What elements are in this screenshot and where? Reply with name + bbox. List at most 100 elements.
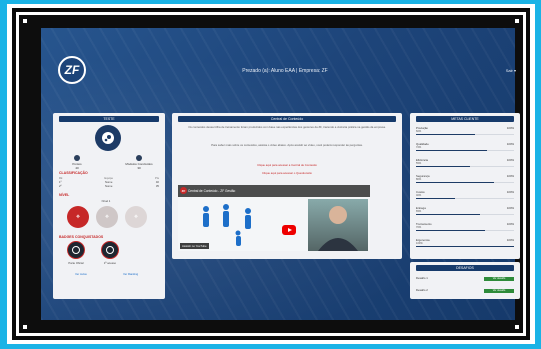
top-bar: ZF Prezado (a): Aluno EAA | Empresa: ZF … [50,56,520,88]
stat-value: 30 [137,166,141,170]
badge-first-access-icon[interactable] [101,241,119,259]
intro-paragraph: Para saber mais sobre os conteúdos, assi… [211,143,363,147]
profile-panel: TESTE Pontos 40 Módulos Concluídos 30 CL… [53,113,165,299]
user-menu-label: Sair [505,68,513,73]
stat-points: Pontos 40 [59,155,95,170]
watch-on-youtube-button[interactable]: Assistir no YouTube [180,243,209,249]
metric-item: Custos 100% 40% [416,190,514,203]
metric-progress-fill [416,213,480,215]
metric-progress-fill [416,229,485,231]
metric-progress-fill [416,181,495,183]
metric-target: 100% [506,174,514,178]
welcome-text: Prezado (a): Aluno EAA | Empresa: ZF [242,68,328,74]
dna-level-locked-icon[interactable]: ⟡ [125,206,147,228]
metric-percent: 40% [416,194,422,197]
intro-paragraph: Os conteúdos dessa trilha de treinamento… [188,125,386,129]
metric-progress-fill [416,197,456,199]
badge-label: 1ª acesso [103,261,117,265]
frame-corner [515,19,519,23]
ranking-cell: 2º [59,184,62,188]
content-center-panel: Central de Conteúdo Os conteúdos dessa t… [172,113,402,259]
presenter-video-frame [308,199,368,251]
metric-target: 100% [506,222,514,226]
frame-corner [515,325,519,329]
metric-item: Treinamento 100% 70% [416,222,514,235]
panel-title: DESAFIOS [416,265,514,271]
metric-item: Qualidade 100% 72% [416,142,514,155]
frame-corner [23,325,27,329]
presenter-silhouette-icon [318,206,358,251]
dna-level-active-icon[interactable]: ⟡ [67,206,89,228]
metric-progress-fill [416,133,475,135]
metric-progress-fill [416,149,487,151]
metric-progress-bar [416,165,514,167]
badges-title: BADGES CONQUISTADOS [59,235,104,239]
stat-modules: Módulos Concluídos 30 [119,155,159,170]
classification-title: CLASSIFICAÇÃO [59,171,88,175]
challenge-label: Desafio 2 [416,288,428,292]
badge-official-icon[interactable] [67,241,85,259]
metric-progress-fill [416,165,470,167]
content-center-link[interactable]: Clique aqui para acessar a Central de Co… [180,163,394,167]
panel-title: Central de Conteúdo [178,116,396,122]
metric-item: Produção 100% 60% [416,126,514,139]
view-challenge-button[interactable]: Ver desafio [484,277,514,281]
metric-item: Entrega 100% 65% [416,206,514,219]
view-challenge-button[interactable]: Ver desafio [484,289,514,293]
metric-progress-bar [416,181,514,183]
metric-percent: 60% [416,130,422,133]
metric-target: 100% [506,190,514,194]
view-all-link[interactable]: Ver todos [75,272,87,276]
metric-item: Ergonomia 100% 100% [416,238,514,251]
avatar[interactable] [95,125,121,151]
metric-progress-bar [416,229,514,231]
metric-percent: 80% [416,178,422,181]
brain-gear-icon [102,132,114,144]
stat-value: 40 [75,166,79,170]
metric-progress-fill [416,245,514,247]
chevron-down-icon: ▾ [513,68,516,73]
frame-corner [23,19,27,23]
head-icon [106,246,114,254]
metric-progress-bar [416,197,514,199]
level-title: NÍVEL [59,193,70,197]
dna-level-locked-icon[interactable]: ⟡ [96,206,118,228]
metric-percent: 72% [416,146,422,149]
challenge-label: Desafio 1 [416,276,428,280]
ranking-cell: 35 [155,184,159,188]
client-goals-panel: METAS CLIENTE Produção 100% 60% Qualidade 10… [410,113,520,259]
modules-icon [136,155,142,161]
people-illustration-icon [203,204,251,246]
play-icon[interactable] [282,225,296,235]
metric-target: 100% [506,238,514,242]
video-player[interactable]: Central de Conteúdo - ZF Gestão ZF Assis… [178,185,370,251]
table-row: 2º Nome 35 [59,184,159,188]
metric-percent: 100% [416,242,423,245]
view-ranking-link[interactable]: Ver Ranking [123,272,138,276]
metric-progress-bar [416,149,514,151]
metric-target: 100% [506,158,514,162]
level-label: Nível 1 [101,199,111,203]
challenges-panel: DESAFIOS Desafio 1 Ver desafio Desafio 2… [410,262,520,299]
points-icon [74,155,80,161]
metric-item: Segurança 100% 80% [416,174,514,187]
metric-target: 100% [506,142,514,146]
metric-target: 100% [506,206,514,210]
brain-icon [72,246,80,254]
video-title: Central de Conteúdo - ZF Gestão [188,189,236,193]
metric-percent: 55% [416,162,422,165]
ranking-cell: Nome [104,184,113,188]
badge-label: Parte Oficial [68,261,84,265]
questionnaire-link[interactable]: Clique aqui para acessar o Questionário [180,171,394,175]
video-title-bar: Central de Conteúdo - ZF Gestão [178,185,370,197]
metric-progress-bar [416,133,514,135]
metric-item: Eficiência 100% 55% [416,158,514,171]
panel-title: METAS CLIENTE [416,116,514,122]
metric-progress-bar [416,245,514,247]
metric-progress-bar [416,213,514,215]
panel-title: TESTE [59,116,159,122]
metric-target: 100% [506,126,514,130]
metric-percent: 70% [416,226,422,229]
metric-percent: 65% [416,210,422,213]
user-menu[interactable]: Sair ▾ [506,68,516,73]
